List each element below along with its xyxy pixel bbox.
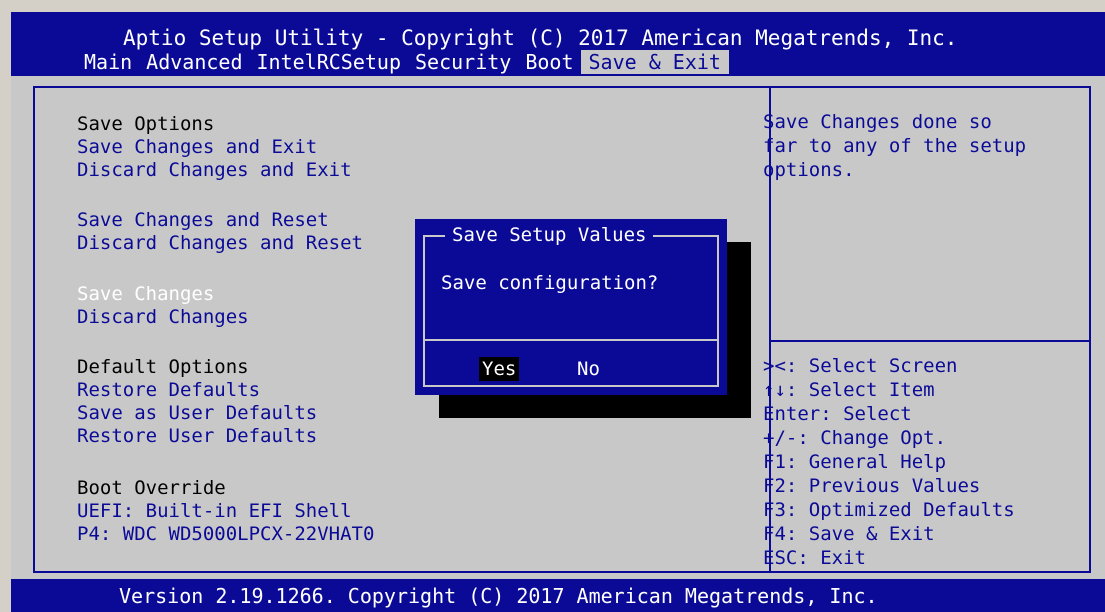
key-legend: ><: Select Screen ↑↓: Select Item Enter:…	[763, 354, 1015, 570]
help-line: far to any of the setup	[763, 135, 1027, 157]
key-previous-values: F2: Previous Values	[763, 475, 981, 497]
key-enter-select: Enter: Select	[763, 403, 912, 425]
dialog-message: Save configuration?	[441, 272, 659, 294]
bios-screen: Aptio Setup Utility - Copyright (C) 2017…	[11, 12, 1105, 612]
save-options-heading: Save Options	[77, 113, 215, 135]
boot-uefi-shell-item[interactable]: UEFI: Built-in EFI Shell	[77, 499, 352, 523]
save-changes-item[interactable]: Save Changes	[77, 282, 214, 306]
boot-override-heading: Boot Override	[77, 477, 226, 499]
save-as-user-defaults-item[interactable]: Save as User Defaults	[77, 401, 317, 425]
tab-main[interactable]: Main	[77, 50, 139, 74]
tab-save-and-exit[interactable]: Save & Exit	[580, 50, 729, 74]
app-title: Aptio Setup Utility - Copyright (C) 2017…	[123, 26, 958, 50]
default-options-heading: Default Options	[77, 356, 249, 378]
key-general-help: F1: General Help	[763, 451, 947, 473]
help-divider	[771, 340, 1091, 342]
key-select-item: ↑↓: Select Item	[763, 379, 935, 401]
save-changes-and-reset-item[interactable]: Save Changes and Reset	[77, 208, 329, 232]
key-optimized-defaults: F3: Optimized Defaults	[763, 499, 1015, 521]
help-description: Save Changes done so far to any of the s…	[763, 110, 1083, 182]
dialog-frame	[423, 235, 719, 387]
tab-boot[interactable]: Boot	[518, 50, 580, 74]
dialog-separator	[425, 339, 717, 341]
save-setup-values-dialog: Save Setup Values Save configuration? Ye…	[415, 219, 727, 395]
footer-bar: Version 2.19.1266. Copyright (C) 2017 Am…	[11, 579, 1105, 612]
help-line: options.	[763, 159, 855, 181]
help-line: Save Changes done so	[763, 111, 992, 133]
no-button[interactable]: No	[577, 357, 600, 381]
boot-p4-item[interactable]: P4: WDC WD5000LPCX-22VHAT0	[77, 522, 374, 546]
restore-user-defaults-item[interactable]: Restore User Defaults	[77, 424, 317, 448]
key-change-opt: +/-: Change Opt.	[763, 427, 947, 449]
discard-changes-and-exit-item[interactable]: Discard Changes and Exit	[77, 158, 352, 182]
key-save-exit: F4: Save & Exit	[763, 523, 935, 545]
main-panel: Save Options Save Changes and Exit Disca…	[11, 76, 1105, 579]
tab-security[interactable]: Security	[408, 50, 518, 74]
dialog-title: Save Setup Values	[445, 223, 654, 247]
discard-changes-item[interactable]: Discard Changes	[77, 305, 249, 329]
tab-advanced[interactable]: Advanced	[139, 50, 249, 74]
discard-changes-and-reset-item[interactable]: Discard Changes and Reset	[77, 231, 363, 255]
yes-button[interactable]: Yes	[479, 357, 520, 381]
header-bar: Aptio Setup Utility - Copyright (C) 2017…	[11, 12, 1105, 76]
tab-bar: Main Advanced IntelRCSetup Security Boot…	[77, 50, 729, 74]
save-changes-and-exit-item[interactable]: Save Changes and Exit	[77, 135, 317, 159]
restore-defaults-item[interactable]: Restore Defaults	[77, 378, 260, 402]
key-esc-exit: ESC: Exit	[763, 547, 866, 569]
version-text: Version 2.19.1266. Copyright (C) 2017 Am…	[119, 584, 878, 608]
key-select-screen: ><: Select Screen	[763, 355, 958, 377]
tab-intelrcsetup[interactable]: IntelRCSetup	[250, 50, 409, 74]
